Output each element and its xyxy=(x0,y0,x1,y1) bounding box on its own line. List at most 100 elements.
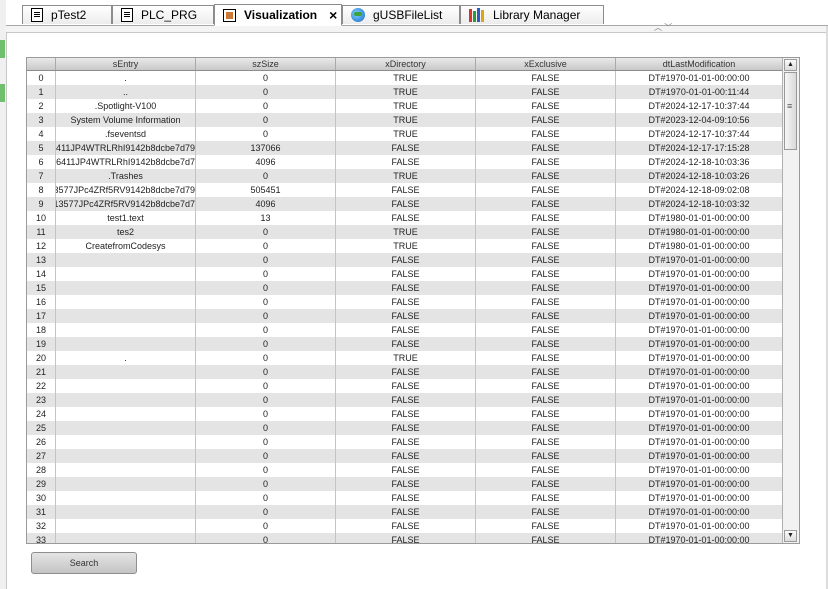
cell-index: 33 xyxy=(27,533,56,543)
close-icon[interactable]: × xyxy=(329,7,337,23)
cell-dtlastmodification: DT#2023-12-04-09:10:56 xyxy=(616,113,783,127)
cell-xdirectory: FALSE xyxy=(336,533,476,543)
table-row[interactable]: 26 0 FALSE FALSE DT#1970-01-01-00:00:00 xyxy=(27,435,783,449)
cell-xexclusive: FALSE xyxy=(476,463,616,477)
tab-plc-prg[interactable]: PLC_PRG xyxy=(112,5,214,24)
cell-xdirectory: FALSE xyxy=(336,393,476,407)
table-row[interactable]: 12 CreatefromCodesys 0 TRUE FALSE DT#1980-01-… xyxy=(27,239,783,253)
chevron-collapse-icon[interactable]: ︿ ﹀ xyxy=(654,23,672,33)
cell-xexclusive: FALSE xyxy=(476,197,616,211)
cell-index: 16 xyxy=(27,295,56,309)
cell-index: 5 xyxy=(27,141,56,155)
table-row[interactable]: 19 0 FALSE FALSE DT#1970-01-01-00:00:00 xyxy=(27,337,783,351)
table-row[interactable]: 1.. 0 TRUE FALSE DT#1970-01-01-00:11:44 xyxy=(27,85,783,99)
cell-szsize: 0 xyxy=(196,351,336,365)
table-row[interactable]: 2 .Spotlight-V100 0 TRUE FALSE DT#2024-12-17-… xyxy=(27,99,783,113)
table-row[interactable]: 32 0 FALSE FALSE DT#1970-01-01-00:00:00 xyxy=(27,519,783,533)
cell-index: 25 xyxy=(27,421,56,435)
cell-sentry xyxy=(56,491,196,505)
scroll-down-icon[interactable]: ▼ xyxy=(784,530,797,542)
cell-szsize: 0 xyxy=(196,519,336,533)
scroll-up-icon[interactable]: ▲ xyxy=(784,59,797,71)
cell-xdirectory: TRUE xyxy=(336,99,476,113)
cell-xexclusive: FALSE xyxy=(476,225,616,239)
cell-dtlastmodification: DT#1970-01-01-00:00:00 xyxy=(616,379,783,393)
table-row[interactable]: 28 0 FALSE FALSE DT#1970-01-01-00:00:00 xyxy=(27,463,783,477)
table-row[interactable]: 29 0 FALSE FALSE DT#1970-01-01-00:00:00 xyxy=(27,477,783,491)
column-header-xexclusive[interactable]: xExclusive xyxy=(476,58,616,70)
cell-xexclusive: FALSE xyxy=(476,309,616,323)
column-header-szsize[interactable]: szSize xyxy=(196,58,336,70)
cell-xdirectory: FALSE xyxy=(336,155,476,169)
table-row[interactable]: 21 0 FALSE FALSE DT#1970-01-01-00:00:00 xyxy=(27,365,783,379)
cell-sentry: 13577JPc4ZRf5RV9142b8dcbe7d7 xyxy=(56,197,196,211)
table-row[interactable]: 20. 0 TRUE FALSE DT#1970-01-01-00:00:00 xyxy=(27,351,783,365)
cell-sentry xyxy=(56,393,196,407)
cell-dtlastmodification: DT#2024-12-17-17:15:28 xyxy=(616,141,783,155)
table-row[interactable]: 23 0 FALSE FALSE DT#1970-01-01-00:00:00 xyxy=(27,393,783,407)
cell-xexclusive: FALSE xyxy=(476,295,616,309)
globe-icon xyxy=(351,8,365,22)
table-row[interactable]: 14 0 FALSE FALSE DT#1970-01-01-00:00:00 xyxy=(27,267,783,281)
cell-szsize: 0 xyxy=(196,533,336,543)
table-row[interactable]: 31 0 FALSE FALSE DT#1970-01-01-00:00:00 xyxy=(27,505,783,519)
table-row[interactable]: 10 test1.text 13 FALSE FALSE DT#1980-01-01-00… xyxy=(27,211,783,225)
table-row[interactable]: 7 .Trashes 0 TRUE FALSE DT#2024-12-18-10:03:2… xyxy=(27,169,783,183)
vertical-scrollbar[interactable]: ▲ ▼ xyxy=(782,58,799,543)
cell-xdirectory: FALSE xyxy=(336,519,476,533)
tab-library-manager[interactable]: Library Manager xyxy=(460,5,604,24)
table-row[interactable]: 33 0 FALSE FALSE DT#1970-01-01-00:00:00 xyxy=(27,533,783,543)
cell-index: 26 xyxy=(27,435,56,449)
cell-xdirectory: FALSE xyxy=(336,253,476,267)
cell-dtlastmodification: DT#2024-12-17-10:37:44 xyxy=(616,127,783,141)
table-header: sEntry szSize xDirectory xExclusive dtLa… xyxy=(27,58,783,71)
cell-xexclusive: FALSE xyxy=(476,169,616,183)
cell-xexclusive: FALSE xyxy=(476,477,616,491)
cell-xexclusive: FALSE xyxy=(476,71,616,85)
cell-szsize: 0 xyxy=(196,505,336,519)
cell-szsize: 0 xyxy=(196,239,336,253)
table-row[interactable]: 27 0 FALSE FALSE DT#1970-01-01-00:00:00 xyxy=(27,449,783,463)
tab-visualization[interactable]: Visualization × xyxy=(214,4,342,26)
cell-xdirectory: TRUE xyxy=(336,351,476,365)
table-row[interactable]: 4 .fseventsd 0 TRUE FALSE DT#2024-12-17-10:37… xyxy=(27,127,783,141)
table-row[interactable]: 25 0 FALSE FALSE DT#1970-01-01-00:00:00 xyxy=(27,421,783,435)
tab-gusbfilelist[interactable]: gUSBFileList xyxy=(342,5,460,24)
cell-index: 3 xyxy=(27,113,56,127)
column-header-dtlastmodification[interactable]: dtLastModification xyxy=(616,58,783,70)
search-button[interactable]: Search xyxy=(31,552,137,574)
table-row[interactable]: 18 0 FALSE FALSE DT#1970-01-01-00:00:00 xyxy=(27,323,783,337)
column-header-sentry[interactable]: sEntry xyxy=(56,58,196,70)
cell-xdirectory: FALSE xyxy=(336,421,476,435)
table-row[interactable]: 3 System Volume Information 0 TRUE FALSE DT#2… xyxy=(27,113,783,127)
cell-index: 14 xyxy=(27,267,56,281)
table-row[interactable]: 15 0 FALSE FALSE DT#1970-01-01-00:00:00 xyxy=(27,281,783,295)
table-row[interactable]: 6 56411JP4WTRLRhI9142b8dcbe7d7 4096 FALSE FA… xyxy=(27,155,783,169)
table-row[interactable]: 11 tes2 0 TRUE FALSE DT#1980-01-01-00:00:00 xyxy=(27,225,783,239)
table-row[interactable]: 5 56411JP4WTRLRhI9142b8dcbe7d79 137066 FALS… xyxy=(27,141,783,155)
cell-xexclusive: FALSE xyxy=(476,407,616,421)
cell-index: 9 xyxy=(27,197,56,211)
table-row[interactable]: 16 0 FALSE FALSE DT#1970-01-01-00:00:00 xyxy=(27,295,783,309)
table-row[interactable]: 30 0 FALSE FALSE DT#1970-01-01-00:00:00 xyxy=(27,491,783,505)
cell-xexclusive: FALSE xyxy=(476,253,616,267)
tab-label: gUSBFileList xyxy=(373,8,443,22)
table-row[interactable]: 0. 0 TRUE FALSE DT#1970-01-01-00:00:00 xyxy=(27,71,783,85)
scroll-thumb[interactable] xyxy=(784,72,797,150)
table-row[interactable]: 9 13577JPc4ZRf5RV9142b8dcbe7d7 4096 FALSE FA… xyxy=(27,197,783,211)
table-row[interactable]: 13 0 FALSE FALSE DT#1970-01-01-00:00:00 xyxy=(27,253,783,267)
table-row[interactable]: 17 0 FALSE FALSE DT#1970-01-01-00:00:00 xyxy=(27,309,783,323)
cell-sentry xyxy=(56,463,196,477)
column-header-index[interactable] xyxy=(27,58,56,70)
table-row[interactable]: 8 13577JPc4ZRf5RV9142b8dcbe7d79 505451 FALS… xyxy=(27,183,783,197)
table-row[interactable]: 24 0 FALSE FALSE DT#1970-01-01-00:00:00 xyxy=(27,407,783,421)
cell-index: 32 xyxy=(27,519,56,533)
cell-sentry xyxy=(56,323,196,337)
tab-ptest2[interactable]: pTest2 xyxy=(22,5,112,24)
cell-xdirectory: TRUE xyxy=(336,239,476,253)
column-header-xdirectory[interactable]: xDirectory xyxy=(336,58,476,70)
cell-dtlastmodification: DT#1970-01-01-00:00:00 xyxy=(616,533,783,543)
collapse-splitter[interactable]: ︿ ﹀ xyxy=(6,23,828,33)
table-row[interactable]: 22 0 FALSE FALSE DT#1970-01-01-00:00:00 xyxy=(27,379,783,393)
cell-sentry xyxy=(56,421,196,435)
